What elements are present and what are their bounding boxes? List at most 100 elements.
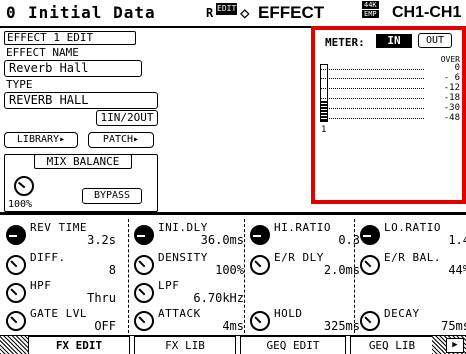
tab-next-button[interactable]: ▶ — [446, 338, 464, 353]
r-badge: R — [206, 6, 214, 20]
channel-indicator[interactable]: CH1-CH1 — [392, 3, 461, 23]
patch-button[interactable]: PATCH▸ — [88, 132, 154, 148]
parameter-knob[interactable] — [134, 311, 154, 331]
bypass-button[interactable]: BYPASS — [82, 188, 142, 204]
tab-fx-lib[interactable]: FX LIB — [134, 336, 236, 354]
param-cell — [358, 279, 466, 309]
effect-name-label: EFFECT NAME — [6, 46, 79, 59]
sample-rate: 44K — [362, 1, 379, 9]
parameter-knob[interactable] — [6, 311, 26, 331]
param-cell[interactable]: HOLD 325ms — [248, 307, 362, 337]
param-value: 0.3 — [338, 233, 360, 247]
param-name: E/R DLY — [274, 251, 324, 264]
library-button[interactable]: LIBRARY▸ — [4, 132, 78, 148]
type-label: TYPE — [6, 78, 33, 91]
param-value: 75ms — [441, 319, 466, 333]
meter-bar-fill — [321, 101, 327, 121]
parameter-knob[interactable] — [360, 225, 380, 245]
meter-out-button[interactable]: OUT — [418, 33, 452, 48]
tab-bar-pattern — [0, 336, 30, 354]
parameter-knob[interactable] — [250, 225, 270, 245]
diamond-icon: ◇ — [240, 3, 250, 22]
parameter-knob[interactable] — [6, 283, 26, 303]
patch-button-label: PATCH — [102, 134, 134, 145]
scene-number: 0 — [6, 3, 16, 22]
mix-balance-label: MIX BALANCE — [34, 154, 132, 169]
title-bar: 0 Initial Data R EDIT ◇ EFFECT 44K EMP C… — [0, 0, 466, 28]
param-cell[interactable]: ATTACK 4ms — [132, 307, 246, 337]
param-value: 1.4 — [448, 233, 466, 247]
param-name: DIFF. — [30, 251, 66, 264]
param-cell — [248, 279, 362, 309]
param-value: 8 — [108, 263, 116, 277]
param-cell[interactable]: DIFF. 8 — [4, 251, 118, 281]
meter-label: METER: — [325, 36, 365, 49]
param-name: DENSITY — [158, 251, 208, 264]
parameter-knob[interactable] — [250, 255, 270, 275]
mix-balance-knob[interactable] — [14, 176, 34, 196]
meter-channel-label: 1 — [321, 125, 327, 135]
param-cell[interactable]: GATE LVL OFF — [4, 307, 118, 337]
param-cell[interactable]: LO.RATIO 1.4 — [358, 221, 466, 251]
arrow-right-icon: ▸ — [133, 134, 140, 145]
parameter-knob[interactable] — [360, 311, 380, 331]
param-name: LO.RATIO — [384, 221, 441, 234]
tab-geq-edit[interactable]: GEQ EDIT — [240, 336, 346, 354]
param-value: 2.0ms — [323, 263, 360, 277]
param-name: HOLD — [274, 307, 303, 320]
param-cell[interactable]: HPF Thru — [4, 279, 118, 309]
param-cell[interactable]: HI.RATIO 0.3 — [248, 221, 362, 251]
param-value: 36.0ms — [200, 233, 244, 247]
arrow-right-icon: ▸ — [59, 134, 66, 145]
io-config: 1IN/2OUT — [96, 110, 158, 126]
meter-bar-ch1 — [320, 64, 328, 122]
parameter-knob[interactable] — [250, 311, 270, 331]
param-cell[interactable]: E/R DLY 2.0ms — [248, 251, 362, 281]
emphasis: EMP — [362, 10, 379, 18]
effect-name-field[interactable]: Reverb Hall — [4, 60, 142, 77]
param-cell[interactable]: REV TIME 3.2s — [4, 221, 118, 251]
param-name: E/R BAL. — [384, 251, 441, 264]
param-name: DECAY — [384, 307, 420, 320]
param-name: GATE LVL — [30, 307, 87, 320]
meter-in-button[interactable]: IN — [376, 34, 412, 48]
param-name: ATTACK — [158, 307, 201, 320]
level-meter: OVER 0 - 6 -12 -18 -30 -48 1 — [318, 55, 460, 156]
parameter-knob[interactable] — [134, 225, 154, 245]
parameter-knob[interactable] — [360, 255, 380, 275]
mix-balance-value: 100% — [8, 199, 33, 210]
parameter-knob[interactable] — [134, 255, 154, 275]
param-value: OFF — [94, 319, 116, 333]
param-cell[interactable]: DECAY 75ms — [358, 307, 466, 337]
parameter-knob[interactable] — [6, 255, 26, 275]
effect-edit-title: EFFECT 1 EDIT — [4, 31, 136, 45]
meter-scale-48: -48 — [443, 113, 460, 123]
effect-type-field[interactable]: REVERB HALL — [4, 92, 158, 109]
effect-edit-screen: 0 Initial Data R EDIT ◇ EFFECT 44K EMP C… — [0, 0, 466, 354]
param-name: REV TIME — [30, 221, 87, 234]
param-name: HPF — [30, 279, 52, 292]
param-cell[interactable]: INI.DLY 36.0ms — [132, 221, 246, 251]
edit-badge: EDIT — [216, 3, 238, 15]
param-value: Thru — [87, 291, 116, 305]
param-value: 44% — [448, 263, 466, 277]
screen-name: EFFECT — [258, 3, 325, 22]
param-name: HI.RATIO — [274, 221, 331, 234]
param-value: 4ms — [222, 319, 244, 333]
tab-geq-lib[interactable]: GEQ LIB — [350, 336, 434, 354]
parameter-grid: REV TIME 3.2s INI.DLY 36.0ms HI.RATIO 0.3 LO.R… — [0, 217, 466, 335]
divider — [0, 212, 466, 215]
scene-name: Initial Data — [28, 3, 156, 22]
param-cell[interactable]: LPF 6.70kHz — [132, 279, 246, 309]
parameter-knob[interactable] — [134, 283, 154, 303]
parameter-knob[interactable] — [6, 225, 26, 245]
param-value: 325ms — [323, 319, 360, 333]
param-value: 6.70kHz — [193, 291, 244, 305]
param-cell[interactable]: E/R BAL. 44% — [358, 251, 466, 281]
tab-fx-edit[interactable]: FX EDIT — [28, 336, 130, 354]
param-value: 100% — [215, 263, 244, 277]
param-name: LPF — [158, 279, 180, 292]
library-button-label: LIBRARY — [16, 134, 60, 145]
param-value: 3.2s — [87, 233, 116, 247]
param-cell[interactable]: DENSITY 100% — [132, 251, 246, 281]
